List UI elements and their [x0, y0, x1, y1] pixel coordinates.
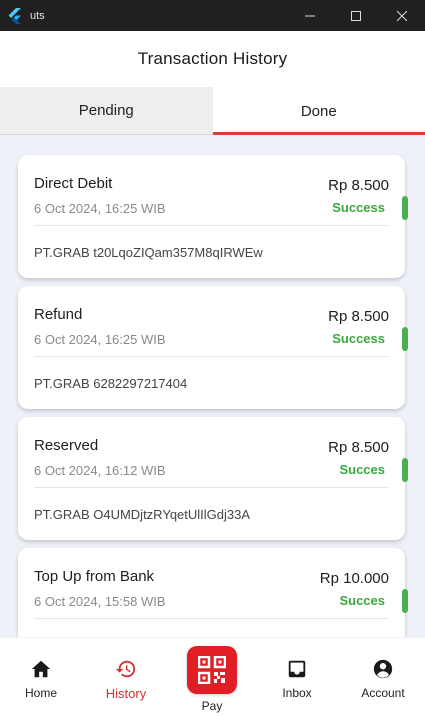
close-icon[interactable]	[379, 0, 425, 31]
nav-home-label: Home	[24, 686, 57, 700]
nav-account[interactable]: Account	[356, 638, 410, 716]
page-title: Transaction History	[137, 49, 288, 68]
status-indicator	[402, 589, 408, 613]
bottom-navigation: Home History Pay Inbox Account	[0, 637, 425, 716]
transaction-reference: PT.GRAB t20LqoZIQam357M8qIRWEw	[34, 245, 263, 260]
inbox-icon	[288, 660, 306, 678]
flutter-logo-icon	[8, 7, 21, 24]
divider	[34, 487, 389, 488]
history-icon	[115, 660, 136, 678]
window-titlebar: uts	[0, 0, 425, 31]
nav-inbox-label: Inbox	[282, 686, 312, 700]
transaction-amount: Rp 8.500	[328, 177, 389, 194]
home-icon	[31, 660, 51, 678]
window-controls	[287, 0, 425, 31]
transaction-date: 6 Oct 2024, 16:25 WIB	[34, 201, 166, 216]
nav-account-label: Account	[361, 686, 405, 700]
divider	[34, 618, 389, 619]
transaction-date: 6 Oct 2024, 15:58 WIB	[34, 594, 166, 609]
tab-pending[interactable]: Pending	[0, 87, 213, 135]
transaction-type: Direct Debit	[34, 175, 113, 192]
transaction-date: 6 Oct 2024, 16:25 WIB	[34, 332, 166, 347]
app-header: Transaction History	[0, 31, 425, 87]
minimize-icon[interactable]	[287, 0, 333, 31]
transaction-type: Top Up from Bank	[34, 568, 155, 585]
nav-history-label: History	[105, 686, 147, 701]
divider	[34, 356, 389, 357]
transaction-reference: PT.GRAB 6282297217404	[34, 376, 188, 391]
nav-inbox[interactable]: Inbox	[278, 638, 316, 716]
tab-done[interactable]: Done	[212, 87, 425, 135]
transaction-card[interactable]: Reserved 6 Oct 2024, 16:12 WIB Rp 8.500 …	[18, 417, 408, 540]
window-title: uts	[30, 9, 45, 22]
status-badge: Success	[332, 331, 385, 346]
transaction-type: Reserved	[34, 437, 99, 454]
transaction-reference: PT.GRAB O4UMDjtzRYqetUlIlGdj33A	[34, 507, 251, 522]
transaction-date: 6 Oct 2024, 16:12 WIB	[34, 463, 166, 478]
nav-pay-label: Pay	[201, 699, 223, 713]
transaction-card[interactable]: Top Up from Bank 6 Oct 2024, 15:58 WIB R…	[18, 548, 408, 637]
nav-home[interactable]: Home	[18, 638, 64, 716]
tab-bar: Pending Done	[0, 87, 425, 135]
account-icon	[373, 659, 393, 679]
status-badge: Succes	[339, 462, 385, 477]
transaction-type: Refund	[34, 306, 83, 323]
app-window: uts Transaction History Pending Done Dir…	[0, 0, 425, 716]
transaction-amount: Rp 10.000	[319, 570, 389, 587]
status-indicator	[402, 196, 408, 220]
nav-history[interactable]: History	[100, 638, 152, 716]
transaction-card[interactable]: Refund 6 Oct 2024, 16:25 WIB Rp 8.500 Su…	[18, 286, 408, 409]
transaction-amount: Rp 8.500	[328, 439, 389, 456]
status-badge: Success	[332, 200, 385, 215]
status-indicator	[402, 327, 408, 351]
transaction-amount: Rp 8.500	[328, 308, 389, 325]
transaction-card[interactable]: Direct Debit 6 Oct 2024, 16:25 WIB Rp 8.…	[18, 155, 408, 278]
status-badge: Succes	[339, 593, 385, 608]
qr-code-icon	[198, 656, 226, 684]
pay-button[interactable]	[187, 646, 237, 694]
transaction-list[interactable]: Direct Debit 6 Oct 2024, 16:25 WIB Rp 8.…	[0, 135, 425, 637]
divider	[34, 225, 389, 226]
status-indicator	[402, 458, 408, 482]
maximize-icon[interactable]	[333, 0, 379, 31]
